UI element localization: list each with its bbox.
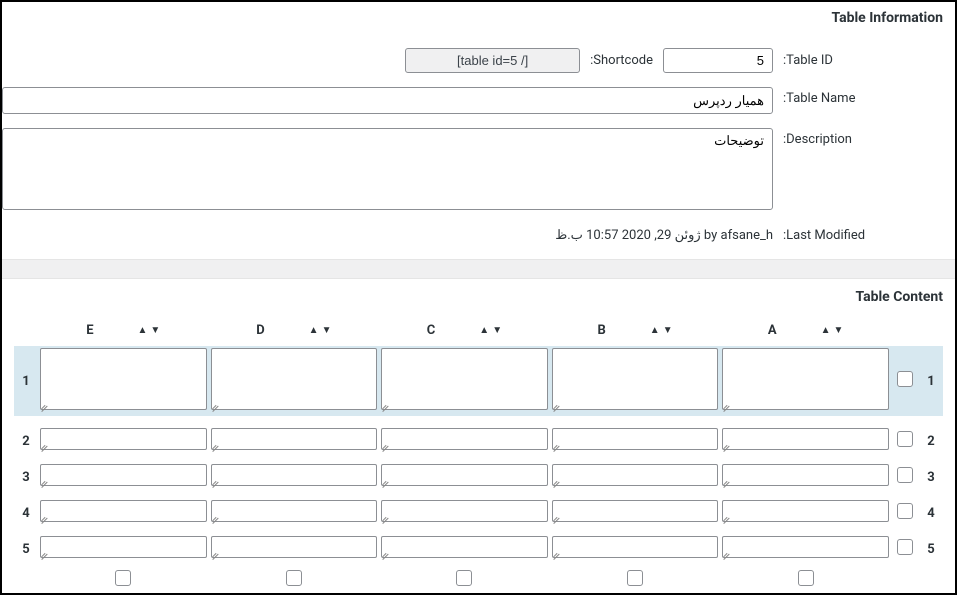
sort-asc-icon[interactable]: ▲ [821, 326, 831, 336]
last-modified-label: :Last Modified [783, 228, 943, 243]
cell-input[interactable] [722, 348, 889, 410]
cell-input[interactable] [40, 348, 207, 410]
cell-input[interactable] [552, 428, 719, 450]
cell-input[interactable] [40, 500, 207, 522]
row-number-left[interactable]: 3 [14, 462, 38, 492]
row-select-checkbox[interactable] [897, 503, 913, 519]
sort-desc-icon[interactable]: ▼ [492, 326, 502, 336]
cell-input[interactable] [552, 464, 719, 486]
table-row: 3 3 [14, 462, 943, 492]
description-textarea[interactable] [2, 128, 773, 210]
description-label: :Description [783, 128, 943, 147]
sort-asc-icon[interactable]: ▲ [138, 326, 148, 336]
cell-input[interactable] [552, 536, 719, 558]
row-number-right[interactable]: 4 [919, 498, 943, 528]
cell-input[interactable] [722, 500, 889, 522]
cell-input[interactable] [722, 536, 889, 558]
cell-input[interactable] [381, 428, 548, 450]
col-header-B[interactable]: B ▲▼ [550, 319, 721, 346]
row-select-checkbox[interactable] [897, 431, 913, 447]
row-select-checkbox[interactable] [897, 539, 913, 555]
row-number-left[interactable]: 5 [14, 534, 38, 564]
column-select-row [14, 564, 943, 595]
col-header-A[interactable]: A ▲▼ [720, 319, 891, 346]
row-select-checkbox[interactable] [897, 467, 913, 483]
row-number-right[interactable]: 5 [919, 534, 943, 564]
sort-desc-icon[interactable]: ▼ [834, 326, 844, 336]
row-number-right[interactable]: 2 [919, 426, 943, 456]
row-number-left[interactable]: 2 [14, 426, 38, 456]
col-select-checkbox[interactable] [115, 570, 131, 586]
cell-input[interactable] [381, 464, 548, 486]
info-section: :Shortcode :Table ID :Table Name :Descri… [2, 34, 955, 259]
cell-input[interactable] [211, 348, 378, 410]
cell-input[interactable] [552, 500, 719, 522]
cell-input[interactable] [722, 464, 889, 486]
cell-input[interactable] [211, 536, 378, 558]
column-header-row: E ▲▼ D ▲▼ C [14, 319, 943, 346]
cell-input[interactable] [381, 500, 548, 522]
cell-input[interactable] [211, 464, 378, 486]
cell-input[interactable] [211, 428, 378, 450]
sort-desc-icon[interactable]: ▼ [663, 326, 673, 336]
cell-input[interactable] [211, 500, 378, 522]
row-number-left[interactable]: 1 [14, 346, 38, 416]
col-header-E[interactable]: E ▲▼ [38, 319, 209, 346]
cell-input[interactable] [381, 536, 548, 558]
col-select-checkbox[interactable] [456, 570, 472, 586]
cell-input[interactable] [40, 428, 207, 450]
table-id-input[interactable] [663, 48, 773, 73]
col-select-checkbox[interactable] [286, 570, 302, 586]
row-number-left[interactable]: 4 [14, 498, 38, 528]
row-select-checkbox[interactable] [897, 371, 913, 387]
sort-desc-icon[interactable]: ▼ [322, 326, 332, 336]
table-row: 2 2 [14, 426, 943, 456]
col-select-checkbox[interactable] [798, 570, 814, 586]
cell-input[interactable] [722, 428, 889, 450]
shortcode-input[interactable] [405, 48, 580, 73]
sort-asc-icon[interactable]: ▲ [479, 326, 489, 336]
cell-input[interactable] [40, 464, 207, 486]
table-name-label: :Table Name [783, 87, 943, 106]
table-info-header: Table Information [2, 2, 955, 34]
content-grid: E ▲▼ D ▲▼ C [14, 319, 943, 595]
table-row: 5 5 [14, 534, 943, 564]
panel-separator [2, 259, 955, 279]
table-id-label: :Table ID [783, 53, 943, 68]
row-number-right[interactable]: 1 [919, 346, 943, 416]
table-name-input[interactable] [2, 87, 773, 114]
cell-input[interactable] [40, 536, 207, 558]
table-row: 4 4 [14, 498, 943, 528]
shortcode-label: :Shortcode [590, 53, 653, 68]
sort-asc-icon[interactable]: ▲ [309, 326, 319, 336]
cell-input[interactable] [552, 348, 719, 410]
col-select-checkbox[interactable] [627, 570, 643, 586]
last-modified-value: ژوئن 29, 2020 10:57 ب.ظ by afsane_h [555, 228, 773, 243]
sort-desc-icon[interactable]: ▼ [150, 326, 160, 336]
row-number-right[interactable]: 3 [919, 462, 943, 492]
table-content-header: Table Content [2, 279, 955, 319]
table-row: 1 1 [14, 346, 943, 416]
col-header-C[interactable]: C ▲▼ [379, 319, 550, 346]
sort-asc-icon[interactable]: ▲ [650, 326, 660, 336]
cell-input[interactable] [381, 348, 548, 410]
col-header-D[interactable]: D ▲▼ [209, 319, 380, 346]
